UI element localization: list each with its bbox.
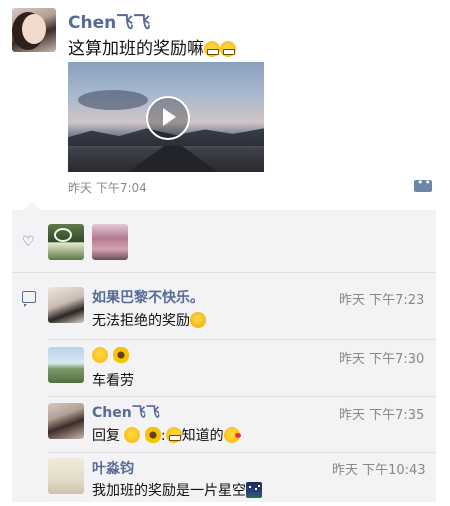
- comment-author[interactable]: Chen飞飞: [92, 402, 160, 422]
- divider: [48, 396, 436, 397]
- comment-author[interactable]: 叶淼钧: [92, 458, 134, 478]
- divider: [48, 452, 436, 453]
- like-avatar-2[interactable]: [92, 224, 128, 260]
- comment-time: 昨天 下午7:35: [339, 408, 425, 423]
- comment-text-content: 我加班的奖励是一片星空: [92, 483, 246, 499]
- play-icon[interactable]: [146, 96, 190, 140]
- divider: [12, 272, 436, 273]
- comment-avatar[interactable]: [48, 403, 84, 439]
- comment-time: 昨天 下午7:30: [339, 352, 425, 367]
- comment-text: 回复 : 知道的: [92, 425, 241, 445]
- starry-night-icon: [246, 482, 262, 498]
- comment-time: 昨天 下午7:23: [339, 293, 425, 308]
- comment-author[interactable]: [92, 345, 130, 364]
- post-text: 这算加班的奖励嘛: [68, 34, 236, 59]
- sunflower-icon: [144, 427, 161, 443]
- comment-text-content: 无法拒绝的奖励: [92, 313, 190, 329]
- heart-icon: ♡: [22, 234, 35, 250]
- cloud-decoration: [78, 90, 148, 110]
- reply-colon: :: [160, 428, 166, 444]
- comment-more-icon[interactable]: [414, 176, 432, 192]
- comment-avatar[interactable]: [48, 458, 84, 494]
- grinning-face-icon: [165, 427, 182, 443]
- kissing-face-icon: [223, 427, 241, 443]
- divider: [48, 339, 436, 340]
- road-decoration: [128, 146, 218, 172]
- comment-avatar[interactable]: [48, 287, 84, 323]
- post-text-content: 这算加班的奖励嘛: [68, 39, 204, 59]
- grinning-face-icon: [204, 41, 220, 57]
- post-time: 昨天 下午7:04: [68, 181, 147, 195]
- smiling-face-icon: [124, 427, 141, 443]
- reply-label: 回复: [92, 428, 120, 444]
- comment-text: 我加班的奖励是一片星空: [92, 480, 262, 500]
- panel-notch: [24, 202, 40, 210]
- thinking-face-icon: [190, 312, 206, 328]
- author-avatar[interactable]: [12, 8, 56, 52]
- smiling-face-icon: [92, 347, 108, 363]
- video-thumbnail[interactable]: [68, 62, 264, 172]
- author-name[interactable]: Chen飞飞: [68, 8, 150, 33]
- comment-icon: [22, 291, 36, 307]
- sunflower-icon: [113, 347, 130, 363]
- reply-text: 知道的: [181, 428, 224, 444]
- like-avatar-1[interactable]: [48, 224, 84, 260]
- comment-time: 昨天 下午10:43: [332, 463, 426, 478]
- comment-text: 车看劳: [92, 373, 134, 389]
- grinning-face-icon: [220, 41, 236, 57]
- comment-text: 无法拒绝的奖励: [92, 310, 206, 330]
- comment-author[interactable]: 如果巴黎不快乐。: [92, 287, 204, 307]
- comment-avatar[interactable]: [48, 347, 84, 383]
